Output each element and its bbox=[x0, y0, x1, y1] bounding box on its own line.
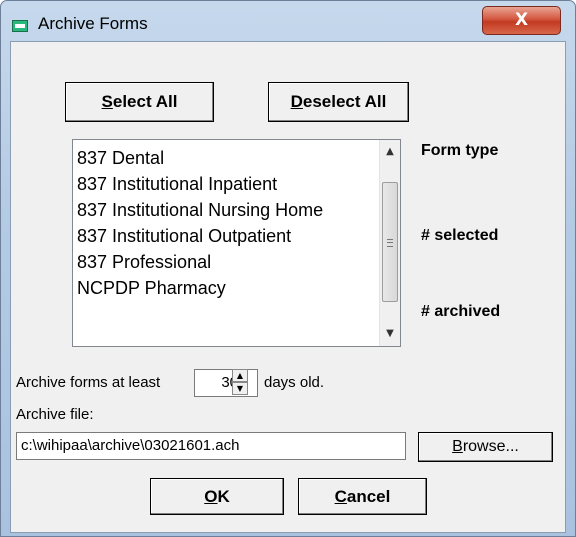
days-old-input[interactable]: 30 bbox=[194, 369, 258, 397]
ok-button[interactable]: OK bbox=[150, 478, 284, 515]
grip-icon bbox=[387, 239, 393, 247]
select-all-button[interactable]: Select All bbox=[65, 82, 214, 122]
list-item[interactable]: 837 Institutional Nursing Home bbox=[77, 200, 323, 221]
spin-down-icon[interactable]: ▼ bbox=[232, 382, 248, 395]
list-item[interactable]: NCPDP Pharmacy bbox=[77, 278, 226, 299]
form-type-label: Form type bbox=[421, 142, 499, 159]
window-title: Archive Forms bbox=[38, 14, 148, 33]
window-icon bbox=[12, 20, 28, 32]
scroll-down-arrow-icon[interactable]: ▼ bbox=[380, 324, 400, 344]
scrollbar-thumb[interactable] bbox=[382, 182, 398, 302]
close-button[interactable]: X bbox=[482, 6, 561, 35]
list-item[interactable]: 837 Professional bbox=[77, 252, 211, 273]
list-item[interactable]: 837 Institutional Inpatient bbox=[77, 174, 277, 195]
dialog-client-area: Select All Deselect All 837 Dental 837 I… bbox=[10, 41, 566, 533]
scroll-up-arrow-icon[interactable]: ▲ bbox=[380, 142, 400, 162]
archive-file-label: Archive file: bbox=[16, 406, 94, 423]
deselect-all-button[interactable]: Deselect All bbox=[268, 82, 409, 122]
archive-age-suffix: days old. bbox=[264, 374, 325, 391]
list-item[interactable]: 837 Institutional Outpatient bbox=[77, 226, 291, 247]
archive-file-input[interactable]: c:\wihipaa\archive\03021601.ach bbox=[16, 432, 406, 460]
days-spinner[interactable]: ▲ ▼ bbox=[232, 369, 248, 395]
dialog-window: Archive Forms X Select All Deselect All … bbox=[0, 0, 576, 537]
spin-up-icon[interactable]: ▲ bbox=[232, 369, 248, 382]
archive-age-prefix: Archive forms at least bbox=[16, 374, 161, 391]
cancel-button[interactable]: Cancel bbox=[298, 478, 427, 515]
list-item[interactable]: 837 Dental bbox=[77, 148, 164, 169]
browse-button[interactable]: Browse... bbox=[418, 432, 553, 462]
selected-count-label: # selected bbox=[421, 227, 499, 244]
form-type-list[interactable]: 837 Dental 837 Institutional Inpatient 8… bbox=[72, 139, 401, 347]
title-bar[interactable]: Archive Forms X bbox=[1, 1, 576, 41]
list-scrollbar[interactable]: ▲ ▼ bbox=[379, 140, 400, 346]
archived-count-label: # archived bbox=[421, 303, 501, 320]
